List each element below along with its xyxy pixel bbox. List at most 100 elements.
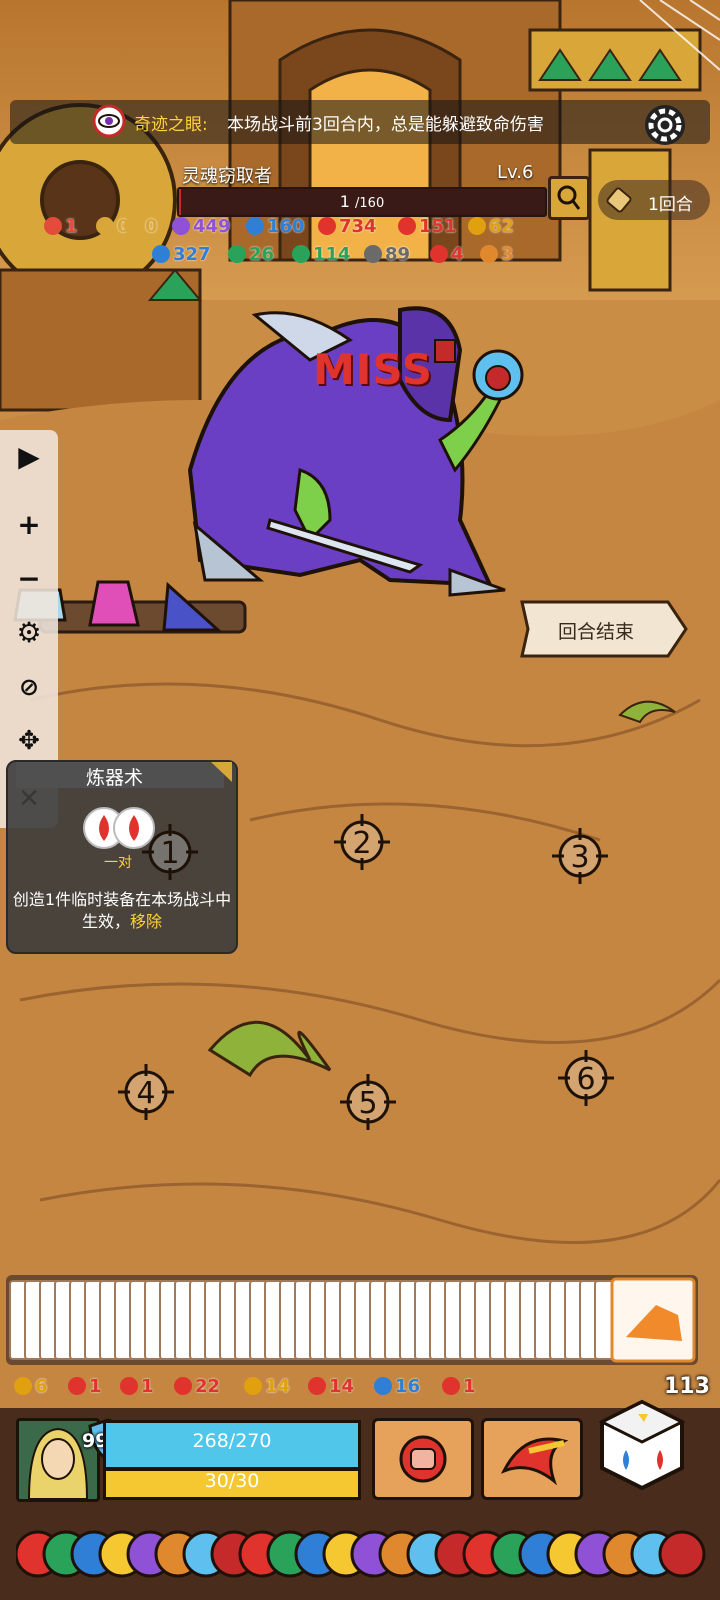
stat-demon: 734 (318, 216, 377, 237)
enemy-hp-bar: 1 /160 (177, 187, 547, 217)
target-marker-4[interactable]: 4 (116, 1062, 176, 1122)
deck-cards (9, 1277, 696, 1363)
snowflake-icon (152, 245, 170, 263)
stat-value: 114 (313, 244, 351, 265)
zoom-in-button[interactable]: + (12, 508, 46, 542)
heart-shield-icon (442, 1377, 460, 1395)
stat-value: 14 (329, 1376, 355, 1397)
stat-value: 160 (267, 216, 305, 237)
target-marker-6[interactable]: 6 (556, 1048, 616, 1108)
no-attack-icon (44, 217, 62, 235)
stat-value: 1 (463, 1376, 476, 1397)
shield-attack-icon (174, 1377, 192, 1395)
skill-slot-fire-slash[interactable] (481, 1418, 583, 1500)
play-button[interactable]: ▶ (12, 440, 46, 474)
skill-description-text: 创造1件临时装备在本场战斗中生效， (12, 890, 232, 931)
target-marker-3[interactable]: 3 (550, 826, 610, 886)
stat-value: 3 (501, 244, 514, 265)
inspect-enemy-button[interactable] (548, 176, 590, 220)
target-number: 3 (570, 840, 589, 875)
skill-slot-fist[interactable] (372, 1418, 474, 1500)
remove-link[interactable]: 移除 (130, 912, 162, 931)
stat-lightning: 14 (244, 1376, 290, 1397)
stat-no-attack: 1 (120, 1376, 154, 1397)
stat-swirl: 114 (292, 244, 351, 265)
turn-label: 1回合 (648, 195, 693, 215)
lightning-icon (244, 1377, 262, 1395)
relic-description: 本场战斗前3回合内，总是能躲避致命伤害 (227, 115, 544, 135)
target-marker-5[interactable]: 5 (338, 1072, 398, 1132)
stat-value: 89 (385, 244, 411, 265)
blood-icon (430, 245, 448, 263)
scroll-icon (606, 187, 632, 213)
relic-icon[interactable] (658, 1530, 706, 1578)
stat-value: 0 (145, 216, 158, 237)
dice-icon[interactable] (598, 1398, 686, 1490)
miss-floating-text: MISS (313, 345, 434, 394)
claw-icon (172, 217, 190, 235)
stat-value: 14 (265, 1376, 291, 1397)
target-icon (68, 1377, 86, 1395)
stat-value: 734 (339, 216, 377, 237)
enemy-hp-text: 1 /160 (179, 189, 545, 215)
target-number: 5 (358, 1086, 377, 1121)
stat-triangle: 62 (468, 216, 514, 237)
stat-snowflake: 327 (152, 244, 211, 265)
stat-pyramid: 3 (480, 244, 514, 265)
stat-claw: 449 (172, 216, 231, 237)
stat-value: 151 (419, 216, 457, 237)
demon-icon (318, 217, 336, 235)
ring-icon (124, 217, 142, 235)
zoom-out-button[interactable]: − (12, 562, 46, 596)
target-number: 4 (136, 1076, 155, 1111)
deck-count: 113 (664, 1374, 710, 1399)
pair-label: 一对 (104, 855, 132, 871)
stat-vortex: 16 (374, 1376, 420, 1397)
settings-gear-icon[interactable] (640, 100, 690, 150)
stat-value: 22 (195, 1376, 221, 1397)
upgrade-icon (14, 1377, 32, 1395)
stat-shield-cross: 14 (308, 1376, 354, 1397)
enemy-name: 灵魂窃取者 (182, 166, 272, 187)
stat-value: 62 (489, 216, 515, 237)
stat-value: 4 (451, 244, 464, 265)
stat-fire: 151 (398, 216, 457, 237)
stat-no-attack: 1 (44, 216, 78, 237)
relic-name: 奇迹之眼: (134, 115, 208, 135)
stat-speech: 160 (246, 216, 305, 237)
target-number: 2 (352, 826, 371, 861)
swirl-icon (292, 245, 310, 263)
stat-value: 1 (65, 216, 78, 237)
eye-icon (92, 104, 126, 138)
fire-slash-icon (500, 1437, 569, 1486)
target-number: 6 (576, 1062, 595, 1097)
stat-skull: 89 (364, 244, 410, 265)
stat-value: 1 (141, 1376, 154, 1397)
move-button[interactable]: ✥ (12, 724, 46, 758)
speech-icon (246, 217, 264, 235)
lock-icon (96, 217, 114, 235)
stat-target: 1 (68, 1376, 102, 1397)
target-marker-1[interactable]: 1 (140, 822, 200, 882)
enemy-level: Lv.6 (497, 162, 534, 183)
enemy-hp-current: 1 (339, 192, 350, 211)
magnifier-icon (557, 185, 581, 210)
stat-ring: 0 (124, 216, 158, 237)
spiral-icon (228, 245, 246, 263)
hide-eye-off-button[interactable]: ⊘ (12, 670, 46, 704)
skill-title: 炼器术 (86, 767, 144, 789)
tool-gear-button[interactable]: ⚙ (12, 616, 46, 650)
stat-shield-attack: 22 (174, 1376, 220, 1397)
stat-heart-shield: 1 (442, 1376, 476, 1397)
stat-value: 327 (173, 244, 211, 265)
skill-description: 创造1件临时装备在本场战斗中生效，移除 (12, 889, 232, 933)
target-marker-2[interactable]: 2 (332, 812, 392, 872)
end-turn-label: 回合结束 (558, 621, 635, 643)
stat-blood: 4 (430, 244, 464, 265)
player-energy-text: 30/30 (204, 1470, 260, 1492)
stat-value: 449 (193, 216, 231, 237)
stat-upgrade: 6 (14, 1376, 48, 1397)
triangle-icon (468, 217, 486, 235)
relic-bar[interactable] (16, 1508, 706, 1596)
shield-cross-icon (308, 1377, 326, 1395)
